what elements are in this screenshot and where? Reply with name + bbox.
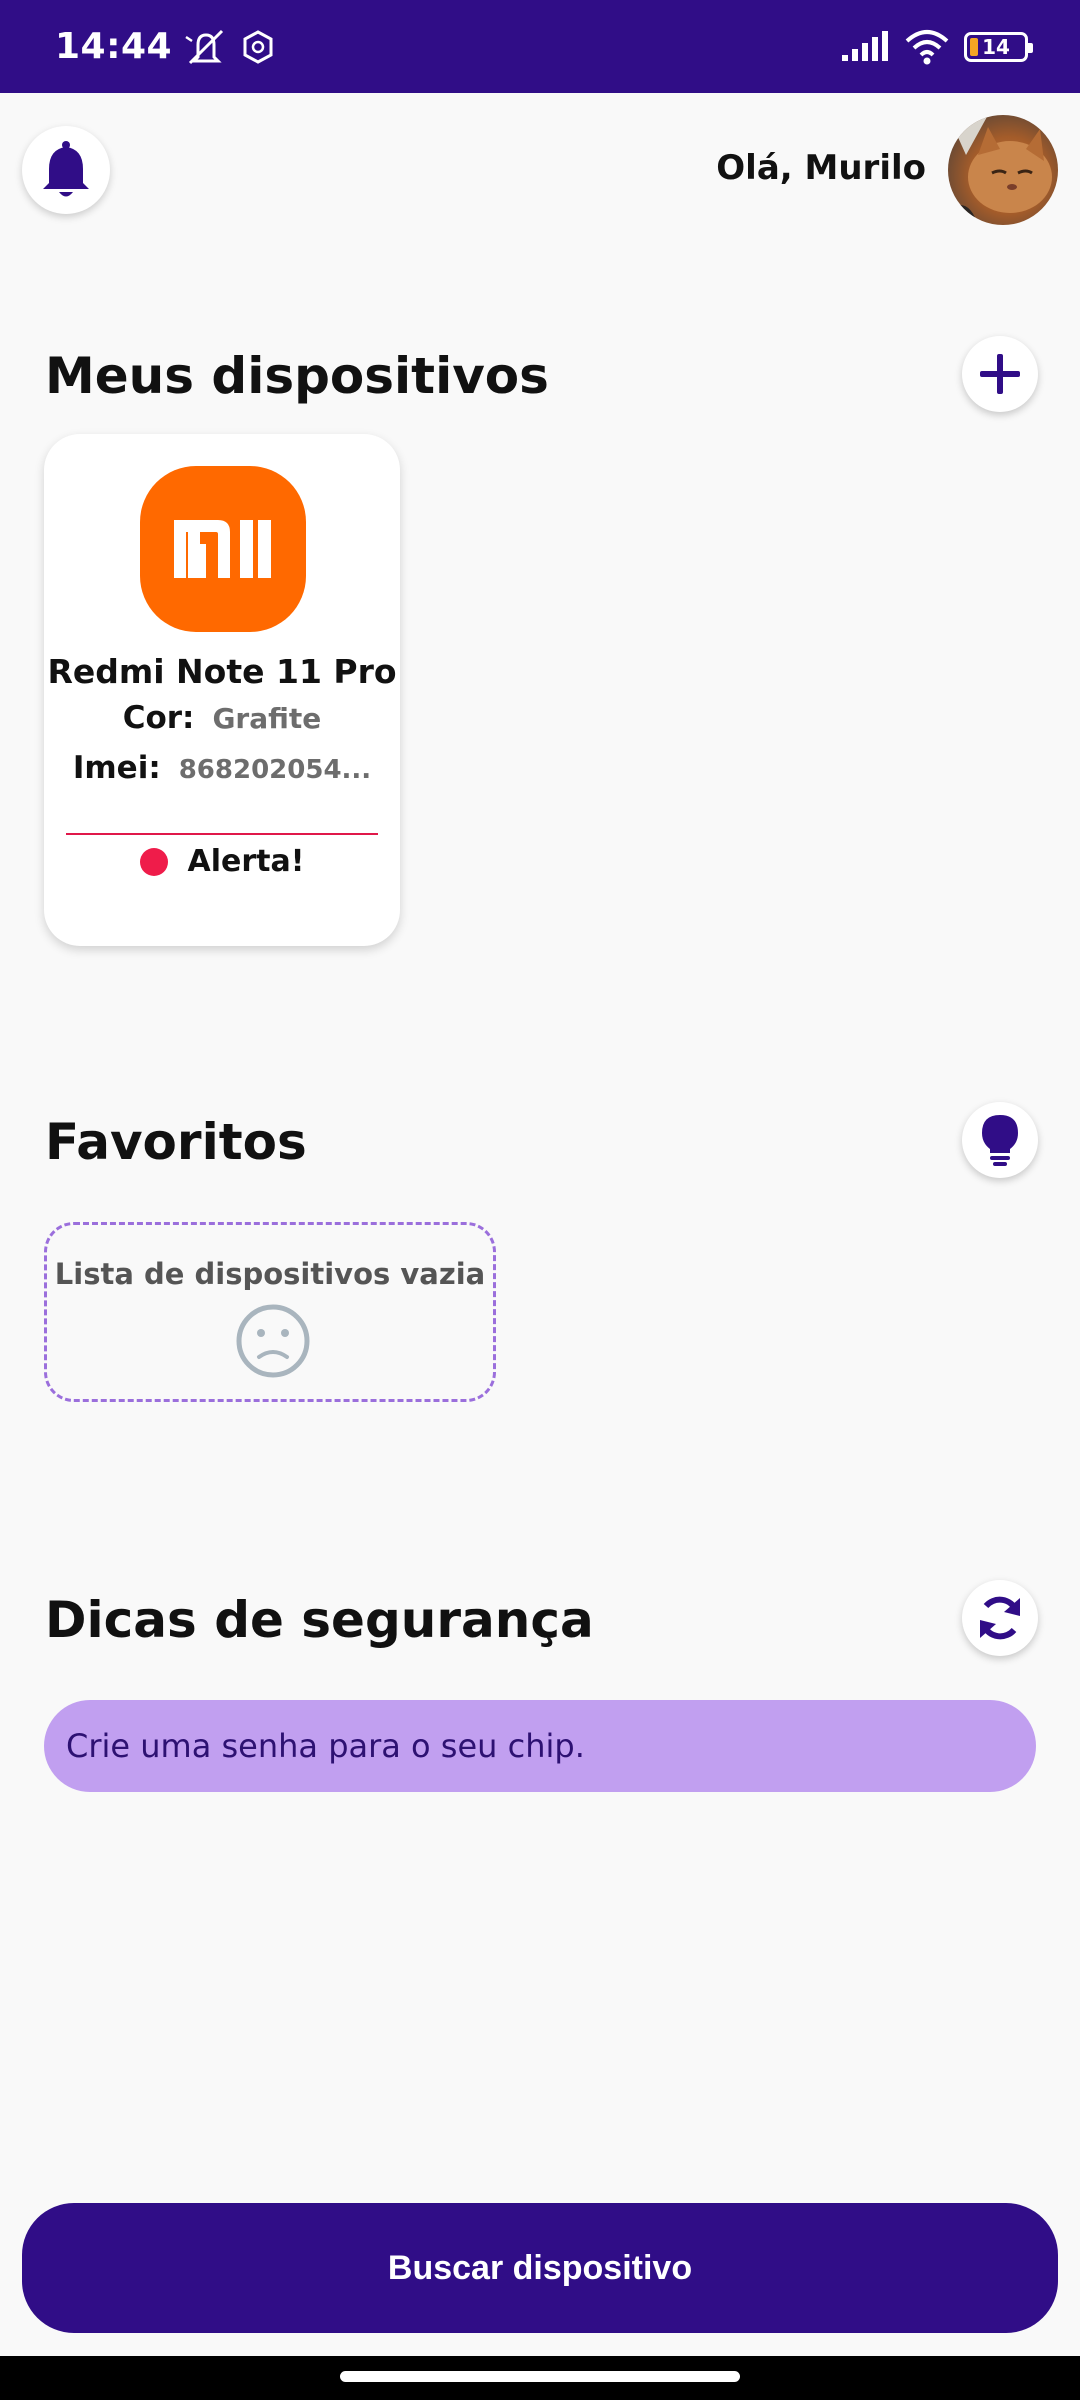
favorites-tip-button[interactable] [962,1102,1038,1178]
status-time: 14:44 [55,26,173,67]
notifications-button[interactable] [22,126,110,214]
device-color-row: Cor: Grafite [44,700,400,736]
xiaomi-logo-icon [140,466,306,632]
cat-photo [948,115,1052,225]
lightbulb-icon [982,1115,1018,1166]
imei-label: Imei: [72,750,161,786]
plus-icon [980,354,1020,394]
wifi-icon [905,29,949,64]
greeting: Olá, Murilo [716,148,926,188]
tip-text: Crie uma senha para o seu chip. [66,1727,585,1765]
avatar[interactable] [948,115,1058,225]
imei-value: 868202054... [178,755,372,785]
empty-text: Lista de dispositivos vazia [54,1257,486,1291]
refresh-icon [980,1596,1020,1640]
navigation-bar [0,2356,1080,2400]
mute-icon [185,29,224,64]
status-text: Alerta! [187,844,305,879]
tips-title: Dicas de segurança [45,1591,594,1649]
search-device-button[interactable]: Buscar dispositivo [22,2203,1058,2333]
device-imei-row: Imei: 868202054... [44,750,400,786]
devices-title: Meus dispositivos [45,347,549,405]
device-card[interactable]: Redmi Note 11 Pro Cor: Grafite Imei: 868… [44,434,400,946]
home-indicator[interactable] [340,2371,740,2382]
battery-level: 14 [982,34,1010,59]
sad-face-icon [236,1304,310,1378]
app-shield-icon [243,29,273,64]
device-name: Redmi Note 11 Pro [47,652,397,691]
refresh-tip-button[interactable] [962,1580,1038,1656]
color-value: Grafite [212,702,322,735]
color-label: Cor: [122,700,195,736]
status-right-icons: 14 [840,29,1033,65]
favorites-empty-box: Lista de dispositivos vazia [44,1222,496,1402]
alert-dot-icon [139,847,168,876]
status-bar: 14:44 14 [0,0,1080,93]
search-device-label: Buscar dispositivo [387,2248,693,2287]
bell-icon [43,141,89,197]
add-device-button[interactable] [962,336,1038,412]
favorites-title: Favoritos [45,1113,307,1171]
tip-card: Crie uma senha para o seu chip. [44,1700,1036,1792]
signal-icon [842,30,888,61]
card-divider [66,833,378,835]
status-left-icons [182,27,276,67]
battery-icon: 14 [964,31,1033,62]
device-status: Alerta! [44,844,400,879]
